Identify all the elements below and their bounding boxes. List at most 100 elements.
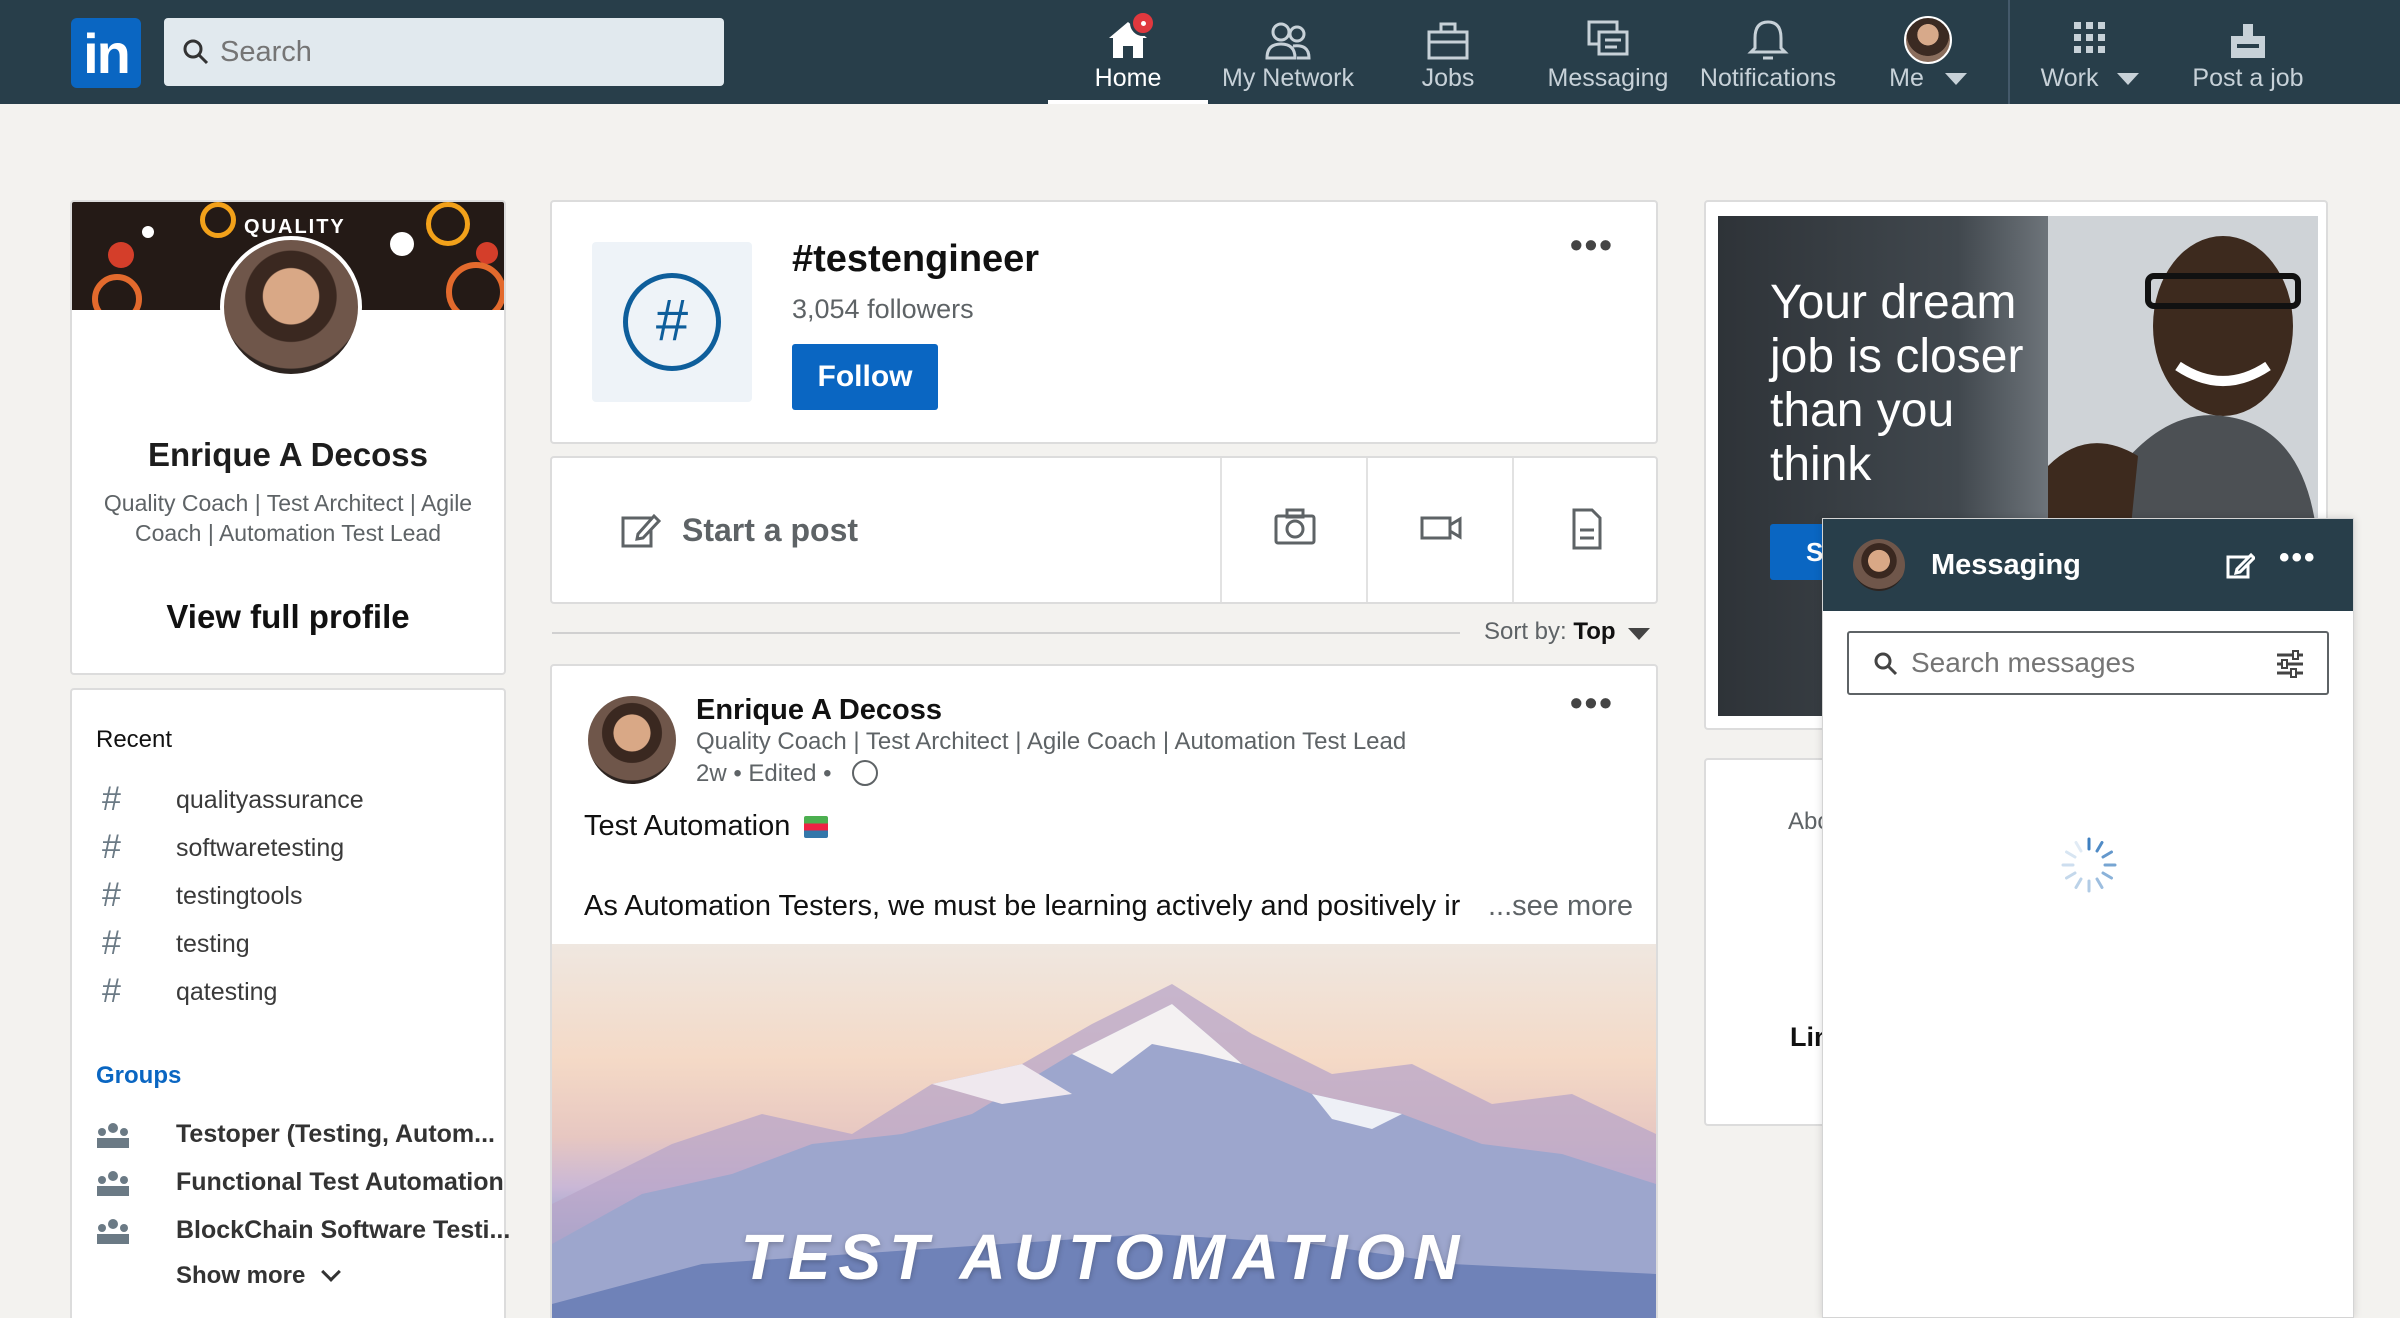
share-box: Start a post	[550, 456, 1658, 604]
cover-dot	[476, 242, 498, 264]
add-document-button[interactable]	[1512, 458, 1658, 602]
messaging-more-options-icon[interactable]: •••	[2279, 541, 2317, 575]
books-emoji-icon	[804, 816, 828, 838]
profile-card: QUALITY Enrique A Decoss Quality Coach |…	[70, 200, 506, 675]
nav-messaging[interactable]: Messaging	[1528, 0, 1688, 104]
nav-messaging-label: Messaging	[1547, 64, 1669, 92]
compose-message-icon[interactable]	[2225, 551, 2255, 581]
search-input[interactable]	[220, 18, 700, 86]
profile-name[interactable]: Enrique A Decoss	[72, 436, 504, 474]
nav-my-network-label: My Network	[1222, 64, 1354, 92]
messaging-title: Messaging	[1931, 549, 2081, 581]
post-more-options-icon[interactable]: •••	[1570, 682, 1614, 724]
hashtag-icon: #	[102, 828, 121, 866]
avatar	[1904, 16, 1952, 64]
nav-notifications-label: Notifications	[1699, 64, 1837, 92]
chevron-down-icon	[321, 1262, 341, 1282]
globe-icon	[852, 760, 878, 786]
post-body: As Automation Testers, we must be learni…	[584, 890, 1461, 922]
hashtag-icon: #	[102, 780, 121, 818]
chevron-down-icon	[1944, 73, 1967, 86]
ad-headline: Your dream job is closer than you think	[1770, 276, 2024, 491]
search-icon	[1874, 652, 1898, 676]
more-options-icon[interactable]: •••	[1570, 224, 1614, 266]
sort-divider	[552, 632, 1460, 634]
notification-badge	[1130, 10, 1156, 36]
filter-icon[interactable]	[2275, 649, 2305, 679]
recent-card: Recent # qualityassurance # softwaretestin…	[70, 688, 510, 1318]
author-avatar[interactable]	[588, 696, 676, 784]
hashtag-icon: #	[102, 924, 121, 962]
view-full-profile-link[interactable]: View full profile	[72, 598, 504, 636]
my-network-icon	[1265, 22, 1311, 60]
post-title: Test Automation	[584, 810, 791, 842]
top-nav: in Home My Network Jobs Messaging Notifi…	[0, 0, 2400, 104]
post-author[interactable]: Enrique A Decoss	[696, 694, 942, 727]
sort-control[interactable]: Sort by: Top	[1484, 618, 1616, 646]
nav-home-label: Home	[1094, 64, 1162, 92]
hashtag-card: # #testengineer 3,054 followers Follow •…	[550, 200, 1658, 444]
add-video-button[interactable]	[1366, 458, 1512, 602]
nav-me-label: Me	[1848, 64, 2008, 93]
jobs-icon	[1427, 22, 1469, 60]
hashtag-icon: #	[102, 972, 121, 1010]
group-icon	[97, 1123, 129, 1148]
cover-dot	[446, 262, 504, 310]
messaging-panel: Messaging •••	[1822, 518, 2354, 1318]
nav-home[interactable]: Home	[1048, 0, 1208, 104]
nav-jobs[interactable]: Jobs	[1368, 0, 1528, 104]
video-icon	[1420, 516, 1462, 540]
grid-icon	[2074, 22, 2105, 53]
hashtag-followers: 3,054 followers	[792, 294, 974, 324]
nav-work-label: Work	[2010, 64, 2170, 93]
profile-headline: Quality Coach | Test Architect | Agile C…	[103, 490, 473, 546]
profile-avatar[interactable]	[220, 236, 362, 378]
post-meta: 2w • Edited •	[696, 760, 832, 787]
linkedin-logo[interactable]: in	[71, 18, 141, 88]
post-image[interactable]: TEST AUTOMATION	[552, 944, 1656, 1318]
groups-title[interactable]: Groups	[96, 1062, 181, 1090]
show-more-button[interactable]: Show more	[176, 1262, 341, 1290]
cover-dot	[142, 226, 154, 238]
hashtag-icon: #	[102, 876, 121, 914]
bell-icon	[1747, 20, 1789, 60]
group-icon	[97, 1171, 129, 1196]
post-image-title: TEST AUTOMATION	[740, 1221, 1468, 1293]
add-photo-button[interactable]	[1220, 458, 1366, 602]
nav-work[interactable]: Work	[2010, 0, 2170, 104]
hashtag-icon: #	[623, 273, 721, 371]
nav-notifications[interactable]: Notifications	[1688, 0, 1848, 104]
hashtag-name: #testengineer	[792, 238, 1040, 280]
caret-down-icon[interactable]	[1628, 628, 1650, 640]
cover-dot	[108, 242, 134, 268]
search-messages-input[interactable]	[1911, 633, 2271, 693]
cover-dot	[390, 232, 414, 256]
chevron-down-icon	[2117, 73, 2140, 86]
nav-my-network[interactable]: My Network	[1208, 0, 1368, 104]
cover-dot	[426, 202, 470, 246]
nav-post-a-job-label: Post a job	[2192, 64, 2304, 92]
nav-post-a-job[interactable]: Post a job	[2170, 0, 2326, 104]
see-more-link[interactable]: ...see more	[1482, 890, 1634, 923]
cover-dot	[200, 202, 236, 238]
messaging-header[interactable]: Messaging •••	[1823, 519, 2353, 611]
avatar	[1853, 539, 1905, 591]
search-icon	[183, 39, 209, 65]
post-job-icon	[2231, 24, 2265, 58]
messaging-icon	[1587, 20, 1629, 56]
compose-icon	[621, 513, 662, 548]
message-search[interactable]	[1847, 631, 2329, 695]
cover-dot	[92, 274, 142, 310]
nav-me[interactable]: Me	[1848, 0, 2008, 104]
global-search[interactable]	[164, 18, 724, 86]
camera-icon	[1274, 508, 1316, 545]
hashtag-tile: #	[592, 242, 752, 402]
document-icon	[1572, 508, 1602, 550]
start-post-button[interactable]: Start a post	[552, 458, 1220, 602]
follow-button[interactable]: Follow	[792, 344, 938, 410]
feed-post: Enrique A Decoss Quality Coach | Test Ar…	[550, 664, 1658, 1318]
start-post-label: Start a post	[682, 512, 859, 548]
group-icon	[97, 1219, 129, 1244]
post-author-headline: Quality Coach | Test Architect | Agile C…	[696, 728, 1407, 755]
recent-title: Recent	[96, 726, 173, 753]
